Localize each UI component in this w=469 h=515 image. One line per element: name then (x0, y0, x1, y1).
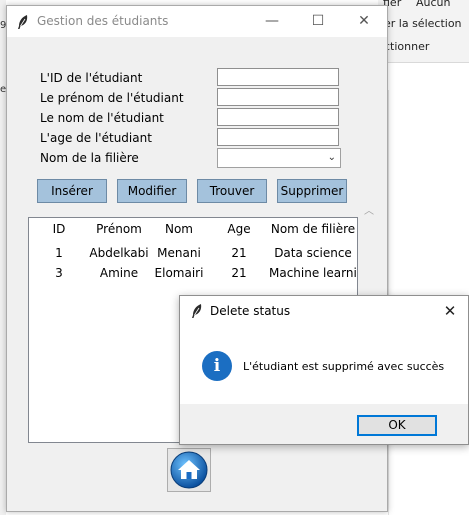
background-ribbon: ﬁer Aucun er la sélection ctionner (378, 0, 469, 63)
ribbon-text-2[interactable]: er la sélection (384, 17, 462, 30)
age-field[interactable] (217, 128, 339, 146)
scroll-up-arrow[interactable]: ︿ (363, 202, 375, 217)
firstname-label: Le prénom de l'étudiant (40, 91, 184, 105)
column-header-age[interactable]: Age (209, 218, 270, 240)
ok-button[interactable]: OK (357, 415, 437, 436)
ribbon-text-3[interactable]: ctionner (384, 40, 429, 53)
lastname-field[interactable] (217, 108, 339, 126)
column-header-nom[interactable]: Nom (149, 218, 210, 240)
delete-status-dialog: Delete status ✕ i L'étudiant est supprim… (179, 295, 469, 445)
dialog-message: L'étudiant est supprimé avec succès (243, 360, 445, 373)
close-button[interactable]: ✕ (341, 6, 387, 37)
table-cell: Elomairi (154, 266, 204, 280)
feather-icon (192, 304, 202, 318)
table-cell: Data science (274, 246, 352, 260)
table-cell: Machine learnir (269, 266, 357, 280)
firstname-field[interactable] (217, 88, 339, 106)
table-cell: 21 (231, 246, 247, 260)
maximize-button[interactable]: ☐ (295, 6, 341, 37)
home-icon (170, 451, 208, 489)
dialog-titlebar[interactable]: Delete status ✕ (180, 296, 468, 326)
filiere-label: Nom de la filière (40, 151, 139, 165)
dialog-title: Delete status (210, 304, 291, 318)
window-title: Gestion des étudiants (37, 14, 169, 28)
id-label: L'ID de l'étudiant (40, 71, 143, 85)
dialog-close-button[interactable]: ✕ (438, 300, 462, 322)
window-titlebar[interactable]: Gestion des étudiants — ☐ ✕ (7, 6, 387, 37)
find-button[interactable]: Trouver (197, 179, 267, 203)
ribbon-item-aucun[interactable]: Aucun (416, 0, 451, 9)
filiere-combobox[interactable]: ⌄ (217, 148, 341, 168)
column-header-id[interactable]: ID (29, 218, 90, 240)
info-icon: i (202, 351, 232, 381)
home-button[interactable] (167, 448, 211, 492)
minimize-button[interactable]: — (249, 6, 295, 37)
id-field[interactable] (217, 68, 339, 86)
table-cell: 1 (55, 246, 63, 260)
modify-button[interactable]: Modifier (117, 179, 187, 203)
delete-button[interactable]: Supprimer (277, 179, 347, 203)
column-header-filiere[interactable]: Nom de filière (269, 218, 357, 240)
table-cell: Amine (99, 266, 139, 280)
age-label: L'age de l'étudiant (40, 131, 152, 145)
chevron-down-icon[interactable]: ⌄ (328, 152, 336, 163)
table-cell: Abdelkabi (89, 246, 149, 260)
lastname-label: Le nom de l'étudiant (40, 111, 164, 125)
dialog-body: i L'étudiant est supprimé avec succès (180, 326, 468, 404)
table-cell: 3 (55, 266, 63, 280)
insert-button[interactable]: Insérer (37, 179, 107, 203)
column-header-prenom[interactable]: Prénom (89, 218, 150, 240)
table-cell: Menani (157, 246, 201, 260)
feather-icon (18, 15, 28, 29)
table-cell: 21 (231, 266, 247, 280)
